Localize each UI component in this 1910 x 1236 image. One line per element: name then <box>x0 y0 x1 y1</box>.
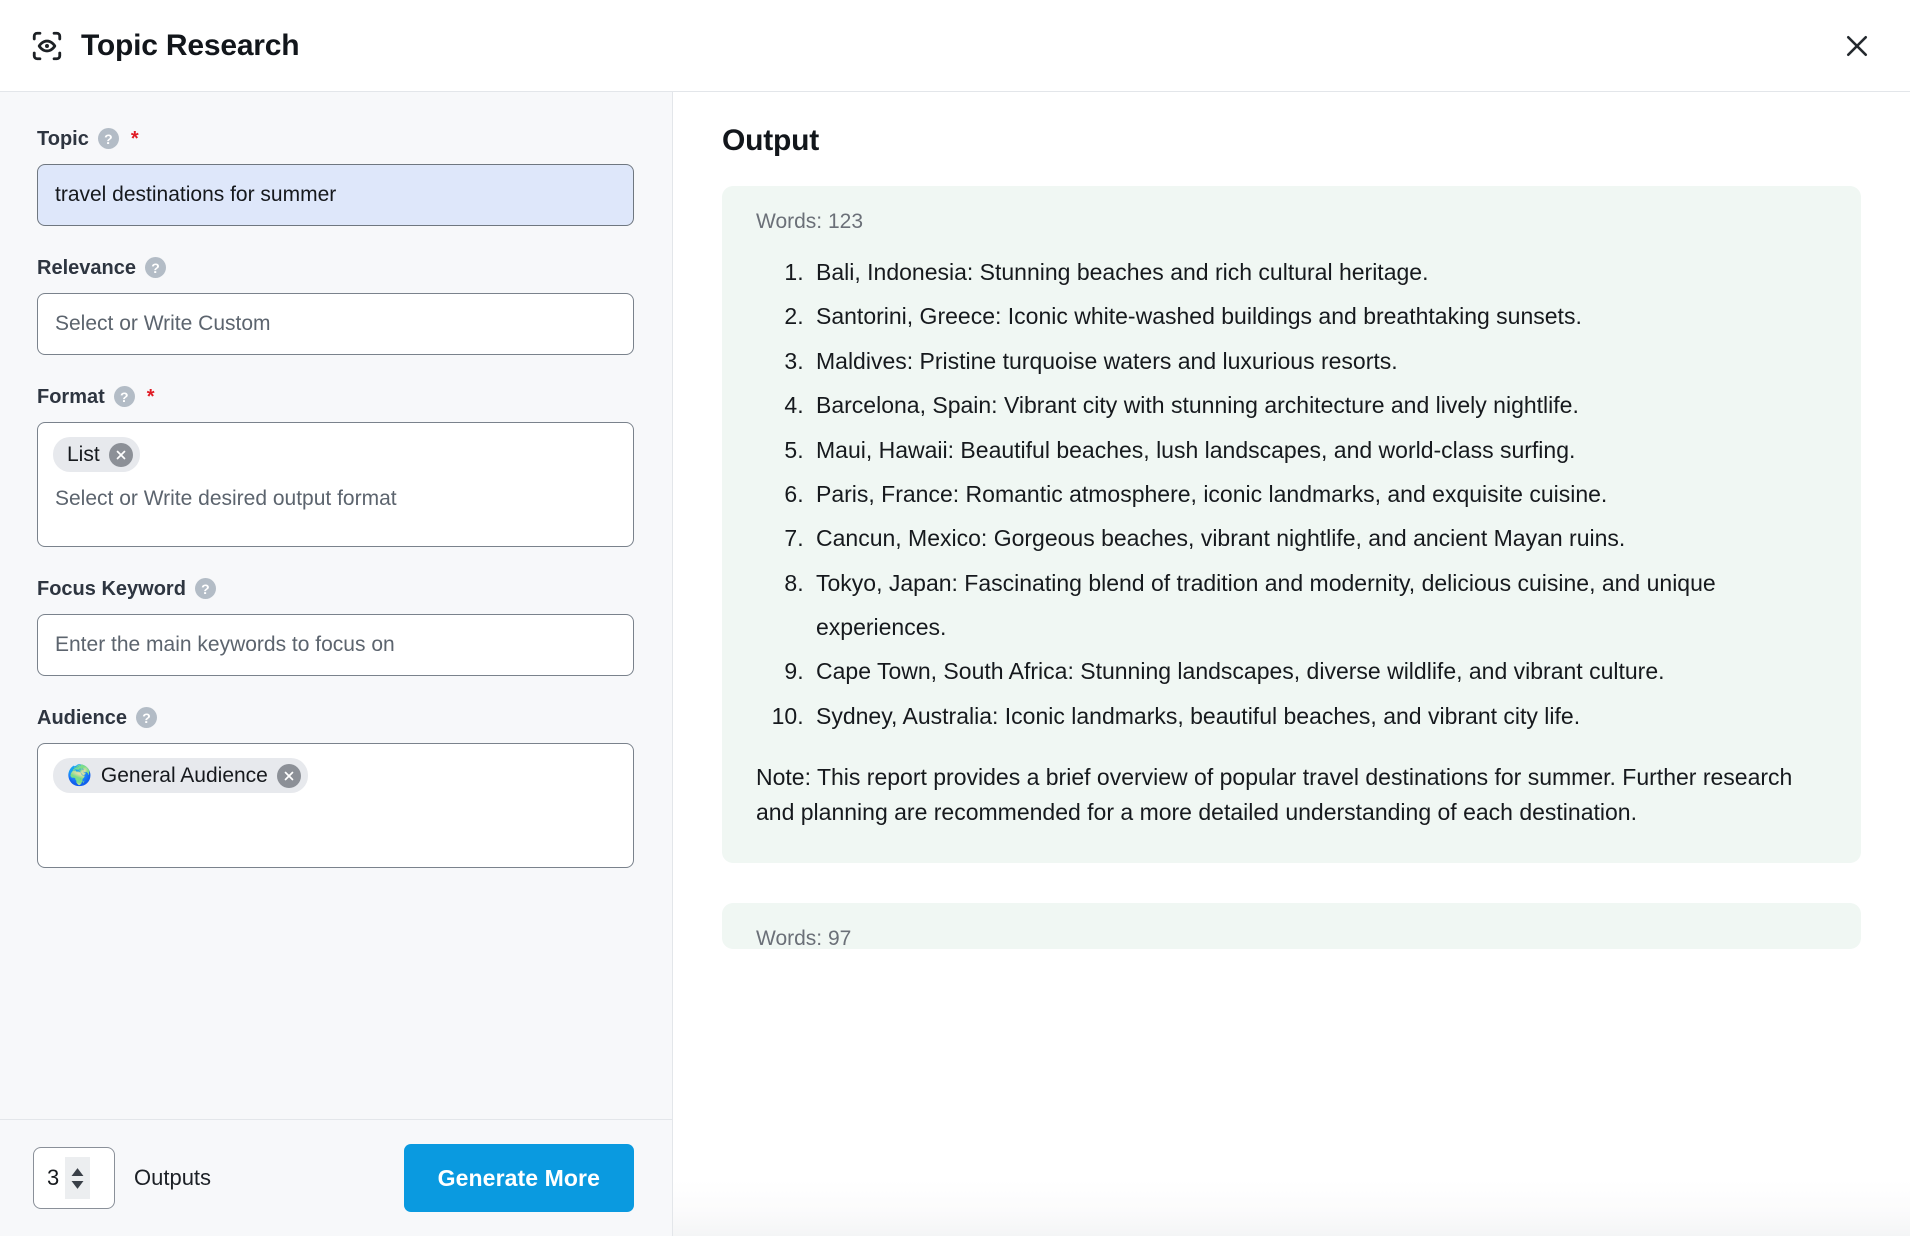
globe-icon: 🌍 <box>67 764 92 787</box>
output-card: Words: 97 <box>722 903 1861 951</box>
format-placeholder[interactable]: Select or Write desired output format <box>53 488 618 509</box>
destination-list: Bali, Indonesia: Stunning beaches and ri… <box>756 250 1827 738</box>
list-item: Cancun, Mexico: Gorgeous beaches, vibran… <box>810 516 1827 560</box>
help-icon[interactable]: ? <box>194 578 216 599</box>
format-chip-list[interactable]: List <box>53 437 140 472</box>
audience-chip-general-audience[interactable]: 🌍 General Audience <box>53 758 308 793</box>
field-topic: Topic ? * <box>37 128 634 226</box>
chevron-down-icon <box>71 1180 84 1189</box>
scan-eye-icon <box>30 29 64 63</box>
relevance-input-wrapper[interactable] <box>37 293 634 355</box>
word-count-badge: Words: 123 <box>756 210 863 233</box>
list-item: Maui, Hawaii: Beautiful beaches, lush la… <box>810 428 1827 472</box>
audience-chip-row: 🌍 General Audience <box>53 758 618 793</box>
field-focus-keyword-label-text: Focus Keyword <box>37 577 186 600</box>
topic-research-modal: Topic Research Topic ? * travel destinat… <box>0 0 1910 1236</box>
format-multiselect[interactable]: List Select or Write desired output form… <box>37 422 634 547</box>
word-count-badge: Words: 97 <box>756 927 852 951</box>
form-scroll-area[interactable]: Topic ? * Relevance ? <box>0 92 672 1119</box>
list-item: Tokyo, Japan: Fascinating blend of tradi… <box>810 561 1827 650</box>
format-chip-row: List <box>53 437 618 472</box>
field-format: Format ? * List Select or Write desired … <box>37 386 634 547</box>
chip-label: List <box>67 442 100 466</box>
focus-keyword-input[interactable] <box>55 633 616 657</box>
output-title: Output <box>722 124 820 157</box>
chip-remove-icon[interactable] <box>276 763 301 788</box>
close-icon <box>1842 31 1872 61</box>
modal-body: Topic ? * Relevance ? <box>0 92 1910 1236</box>
list-item: Sydney, Australia: Iconic landmarks, bea… <box>810 694 1827 738</box>
list-item: Bali, Indonesia: Stunning beaches and ri… <box>810 250 1827 294</box>
required-indicator: * <box>146 385 155 408</box>
field-format-label: Format ? * <box>37 386 634 407</box>
outputs-stepper-value: 3 <box>47 1165 60 1190</box>
field-format-label-text: Format <box>37 385 105 408</box>
list-item: Barcelona, Spain: Vibrant city with stun… <box>810 383 1827 427</box>
chevron-up-icon <box>71 1167 84 1176</box>
help-icon[interactable]: ? <box>144 257 166 278</box>
field-relevance-label: Relevance ? <box>37 257 634 278</box>
output-card: Words: 123 Bali, Indonesia: Stunning bea… <box>722 186 1861 864</box>
focus-keyword-input-wrapper[interactable] <box>37 614 634 676</box>
field-topic-label-text: Topic <box>37 127 89 150</box>
form-panel: Topic ? * Relevance ? <box>0 92 673 1236</box>
field-audience-label-text: Audience <box>37 706 128 729</box>
field-relevance: Relevance ? <box>37 257 634 355</box>
field-focus-keyword-label: Focus Keyword ? <box>37 578 634 599</box>
chip-remove-icon[interactable] <box>108 442 133 467</box>
list-item: Maldives: Pristine turquoise waters and … <box>810 339 1827 383</box>
scroll-fade-overlay <box>673 1180 1910 1236</box>
chip-label: General Audience <box>100 763 268 787</box>
field-relevance-label-text: Relevance <box>37 256 136 279</box>
modal-header: Topic Research <box>0 0 1910 92</box>
stepper-arrows[interactable] <box>65 1157 91 1199</box>
output-note: Note: This report provides a brief overv… <box>756 764 1793 825</box>
field-focus-keyword: Focus Keyword ? <box>37 578 634 676</box>
help-icon[interactable]: ? <box>136 707 158 728</box>
list-item: Paris, France: Romantic atmosphere, icon… <box>810 472 1827 516</box>
output-panel[interactable]: Output Words: 123 Bali, Indonesia: Stunn… <box>673 92 1910 1236</box>
list-item: Santorini, Greece: Iconic white-washed b… <box>810 294 1827 338</box>
help-icon[interactable]: ? <box>113 386 135 407</box>
form-footer: 3 Outputs Generate More <box>0 1119 672 1236</box>
header-left-group: Topic Research <box>30 28 300 63</box>
field-audience: Audience ? 🌍 General Audience <box>37 707 634 868</box>
relevance-input[interactable] <box>55 312 616 336</box>
close-button[interactable] <box>1834 23 1880 69</box>
generate-more-button[interactable]: Generate More <box>403 1144 634 1212</box>
outputs-label: Outputs <box>134 1165 212 1190</box>
outputs-stepper[interactable]: 3 <box>33 1147 115 1209</box>
help-icon[interactable]: ? <box>97 128 119 149</box>
field-topic-label: Topic ? * <box>37 128 634 149</box>
list-item: Cape Town, South Africa: Stunning landsc… <box>810 649 1827 693</box>
topic-input[interactable] <box>55 183 616 207</box>
required-indicator: * <box>130 127 139 150</box>
field-audience-label: Audience ? <box>37 707 634 728</box>
topic-input-wrapper[interactable] <box>37 164 634 226</box>
audience-multiselect[interactable]: 🌍 General Audience <box>37 743 634 868</box>
page-title: Topic Research <box>81 28 300 62</box>
